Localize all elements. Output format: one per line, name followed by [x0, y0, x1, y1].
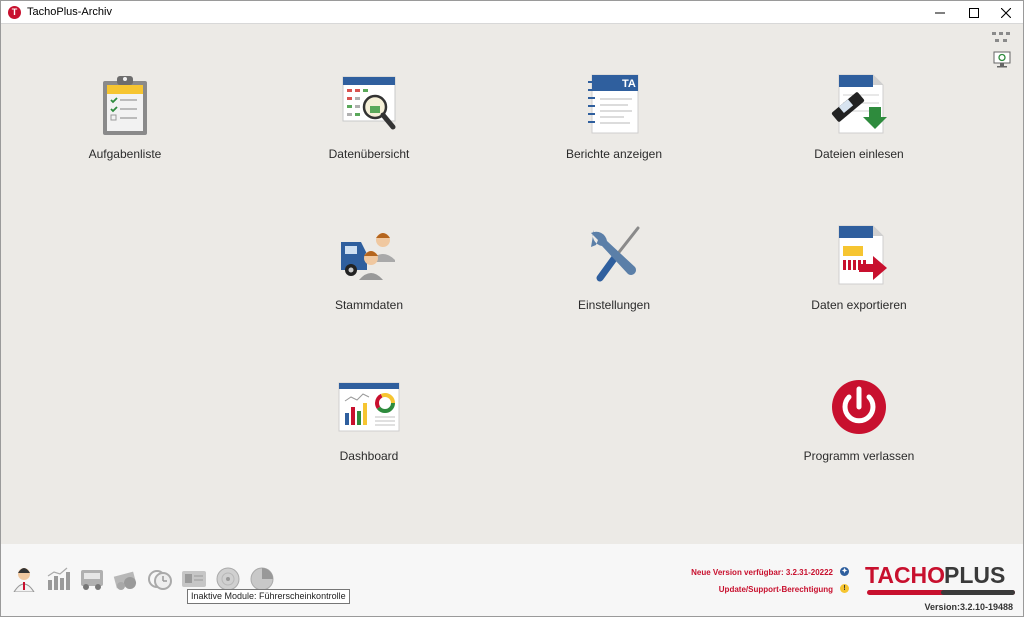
tile-label: Programm verlassen: [803, 449, 915, 463]
tachoplus-logo: TACHO PLUS: [865, 562, 1017, 598]
title-bar: T TachoPlus-Archiv: [1, 1, 1023, 24]
tile-aufgabenliste[interactable]: Aufgabenliste: [25, 73, 225, 193]
tile-label: Berichte anzeigen: [565, 147, 663, 161]
tile-dateien-einlesen[interactable]: Dateien einlesen: [759, 73, 959, 193]
info-icon[interactable]: ✦: [840, 567, 849, 576]
logo-text-tacho: TACHO: [865, 562, 946, 588]
svg-text:TA: TA: [622, 78, 636, 90]
monitor-refresh-icon[interactable]: [993, 51, 1013, 69]
tile-label: Dashboard: [339, 449, 399, 463]
tile-label: Aufgabenliste: [88, 147, 162, 161]
new-version-link[interactable]: Neue Version verfügbar: 3.2.31-20222: [691, 568, 833, 577]
tile-dashboard[interactable]: Dashboard: [269, 375, 469, 495]
support-status-link[interactable]: Update/Support-Berechtigung: [719, 585, 833, 594]
app-logo-icon: T: [8, 6, 21, 19]
tile-daten-exportieren[interactable]: Daten exportieren: [759, 224, 959, 344]
tile-label: Stammdaten: [334, 298, 404, 312]
truck-people-icon: [341, 233, 395, 280]
money-icon[interactable]: [113, 566, 139, 592]
logo-bar-dark: [941, 590, 1015, 595]
tile-label: Datenübersicht: [328, 147, 410, 161]
file-import-icon: [831, 74, 887, 134]
logo-text-plus: PLUS: [944, 562, 1006, 588]
calendar-magnifier-icon: [342, 76, 396, 130]
bottom-bar: Inaktive Module: Führerscheinkontrolle N…: [1, 544, 1023, 616]
maximize-icon: [969, 7, 979, 18]
app-window: T TachoPlus-Archiv Aufgabenliste Datenüb…: [0, 0, 1024, 617]
warning-icon[interactable]: !: [840, 584, 849, 593]
statistics-icon[interactable]: [45, 566, 71, 592]
window-title: TachoPlus-Archiv: [27, 6, 112, 18]
tile-berichte-anzeigen[interactable]: TA Berichte anzeigen: [514, 73, 714, 193]
tile-programm-verlassen[interactable]: Programm verlassen: [759, 375, 959, 495]
tile-einstellungen[interactable]: Einstellungen: [514, 224, 714, 344]
power-icon: [832, 380, 886, 434]
close-icon: [1001, 7, 1011, 18]
close-button[interactable]: [989, 1, 1023, 24]
minimize-button[interactable]: [923, 1, 957, 24]
module-tooltip: Inaktive Module: Führerscheinkontrolle: [187, 589, 350, 604]
report-notebook-icon: TA: [588, 74, 639, 134]
version-label: Version:3.2.10-19488: [924, 602, 1013, 612]
tile-datenuebersicht[interactable]: Datenübersicht: [269, 73, 469, 193]
tile-label: Dateien einlesen: [814, 147, 904, 161]
tile-stammdaten[interactable]: Stammdaten: [269, 224, 469, 344]
tile-label: Daten exportieren: [811, 298, 907, 312]
truck-icon[interactable]: [79, 566, 105, 592]
minimize-icon: [935, 12, 945, 13]
dashboard-chart-icon: [338, 382, 400, 432]
file-export-icon: [838, 225, 887, 285]
maximize-button[interactable]: [957, 1, 991, 24]
driver-icon[interactable]: [11, 566, 37, 592]
clipboard-checklist-icon: [103, 76, 147, 135]
clock-icon[interactable]: [147, 566, 173, 592]
network-icon[interactable]: [991, 31, 1011, 49]
tile-label: Einstellungen: [577, 298, 651, 312]
tools-icon: [591, 226, 640, 282]
